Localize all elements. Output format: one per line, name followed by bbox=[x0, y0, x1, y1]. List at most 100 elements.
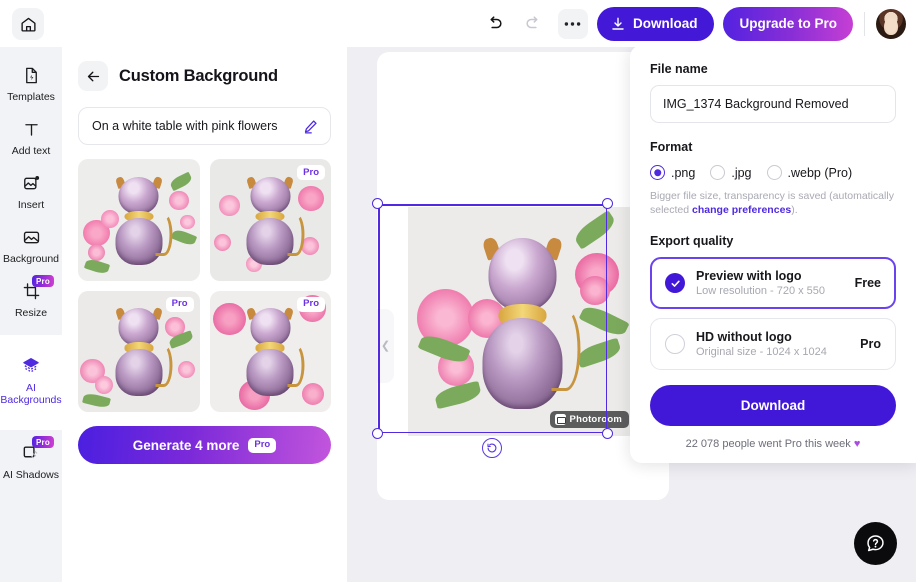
sidebar-item-resize-label: Resize bbox=[14, 307, 48, 319]
resize-handle-top-right[interactable] bbox=[602, 198, 613, 209]
format-option-jpg[interactable]: .jpg bbox=[710, 165, 752, 180]
pencil-edit-icon[interactable] bbox=[302, 118, 319, 135]
generate-4-more-button[interactable]: Generate 4 more Pro bbox=[78, 426, 331, 464]
export-quality-label: Export quality bbox=[650, 234, 734, 248]
panel-header: Custom Background bbox=[78, 61, 331, 91]
undo-arrow-icon bbox=[491, 16, 503, 29]
avatar[interactable] bbox=[876, 8, 906, 39]
prompt-input[interactable]: On a white table with pink flowers bbox=[78, 107, 331, 145]
resize-handle-bottom-right[interactable] bbox=[602, 428, 613, 439]
change-preferences-link[interactable]: change preferences bbox=[692, 204, 791, 216]
social-proof: 22 078 people went Pro this week ♥ bbox=[650, 438, 896, 450]
rotate-reset-button[interactable] bbox=[482, 438, 502, 458]
top-actions: Download Upgrade to Pro bbox=[480, 0, 906, 47]
thumbnail-art bbox=[78, 159, 200, 281]
background-result-2[interactable]: Pro bbox=[209, 159, 331, 281]
photoroom-editor: Download Upgrade to Pro Templates Add te… bbox=[0, 0, 916, 582]
format-hint: Bigger file size, transparency is saved … bbox=[650, 189, 896, 217]
resize-handle-top-left[interactable] bbox=[372, 198, 383, 209]
check-icon bbox=[671, 280, 680, 287]
format-hint-after: ). bbox=[791, 204, 798, 216]
selection-edge-left bbox=[378, 204, 380, 433]
radio-preview-selected[interactable] bbox=[665, 273, 685, 293]
insert-image-icon bbox=[23, 176, 39, 190]
radio-webp[interactable] bbox=[766, 165, 782, 180]
help-question-icon bbox=[867, 535, 884, 552]
cat-brooch bbox=[245, 306, 305, 397]
download-button-top-label: Download bbox=[632, 16, 698, 31]
format-option-jpg-label: .jpg bbox=[731, 165, 752, 180]
selection-edge-right bbox=[605, 204, 607, 433]
top-toolbar: Download Upgrade to Pro bbox=[0, 0, 916, 47]
help-button[interactable] bbox=[854, 522, 897, 565]
format-radio-group: .png .jpg .webp (Pro) bbox=[650, 165, 896, 180]
download-icon bbox=[612, 17, 624, 30]
file-name-label: File name bbox=[650, 62, 708, 76]
sidebar-item-insert-label: Insert bbox=[17, 199, 45, 211]
rail-group-ai-backgrounds: AI Backgrounds bbox=[0, 345, 62, 420]
background-result-1[interactable] bbox=[78, 159, 200, 281]
generate-4-more-label: Generate 4 more bbox=[132, 437, 240, 453]
sidebar-item-resize[interactable]: Pro Resize bbox=[0, 273, 62, 327]
radio-png[interactable] bbox=[650, 165, 665, 180]
sidebar-item-background[interactable]: Background bbox=[0, 219, 62, 273]
home-button[interactable] bbox=[12, 8, 44, 40]
rail-group-ai-shadows: Pro AI Shadows bbox=[0, 430, 62, 497]
ai-backgrounds-panel: Custom Background On a white table with … bbox=[62, 47, 347, 582]
thumbnail-pro-badge: Pro bbox=[165, 296, 194, 312]
file-name-input-value: IMG_1374 Background Removed bbox=[663, 97, 849, 111]
quality-preview-tag: Free bbox=[854, 276, 881, 290]
ai-shadows-pro-badge: Pro bbox=[32, 436, 54, 448]
undo-button[interactable] bbox=[480, 9, 510, 39]
sidebar-item-templates[interactable]: Templates bbox=[0, 57, 62, 111]
cat-brooch bbox=[245, 175, 305, 265]
sidebar-item-add-text[interactable]: Add text bbox=[0, 111, 62, 165]
file-name-input[interactable]: IMG_1374 Background Removed bbox=[650, 85, 896, 123]
sidebar-item-templates-label: Templates bbox=[7, 91, 55, 103]
selection-edge-bottom bbox=[378, 431, 607, 433]
background-result-3[interactable]: Pro bbox=[78, 290, 200, 412]
rail-group-main: Templates Add text Insert Background Pro… bbox=[0, 57, 62, 335]
rotate-reset-icon bbox=[487, 443, 497, 453]
download-button-top[interactable]: Download bbox=[596, 6, 715, 41]
format-option-png[interactable]: .png bbox=[650, 165, 695, 180]
background-image-icon bbox=[23, 231, 39, 244]
export-panel: File name IMG_1374 Background Removed Fo… bbox=[630, 45, 916, 463]
quality-hd-subtitle: Original size - 1024 x 1024 bbox=[696, 346, 827, 358]
selection-bounding-box[interactable] bbox=[372, 198, 613, 439]
redo-button[interactable] bbox=[519, 9, 549, 39]
upgrade-to-pro-button[interactable]: Upgrade to Pro bbox=[723, 6, 853, 41]
format-option-png-label: .png bbox=[671, 165, 696, 180]
download-button-panel-label: Download bbox=[740, 398, 806, 413]
quality-preview-title: Preview with logo bbox=[696, 269, 802, 283]
upgrade-to-pro-label: Upgrade to Pro bbox=[739, 16, 837, 31]
selection-edge-top bbox=[378, 204, 607, 206]
cat-brooch bbox=[113, 306, 173, 397]
sidebar-item-ai-backgrounds[interactable]: AI Backgrounds bbox=[0, 347, 62, 414]
quality-preview-subtitle: Low resolution - 720 x 550 bbox=[696, 285, 826, 297]
text-icon bbox=[24, 124, 38, 136]
format-label: Format bbox=[650, 140, 693, 154]
resize-handle-bottom-left[interactable] bbox=[372, 428, 383, 439]
ai-layers-icon bbox=[23, 358, 39, 373]
quality-option-hd[interactable]: HD without logo Original size - 1024 x 1… bbox=[650, 318, 896, 370]
sidebar-item-insert[interactable]: Insert bbox=[0, 165, 62, 219]
radio-hd[interactable] bbox=[665, 334, 685, 354]
more-options-icon bbox=[565, 21, 581, 26]
redo-arrow-icon bbox=[526, 16, 538, 29]
quality-hd-text: HD without logo Original size - 1024 x 1… bbox=[696, 330, 849, 358]
background-result-4[interactable]: Pro bbox=[209, 290, 331, 412]
home-icon bbox=[20, 17, 36, 32]
quality-preview-text: Preview with logo Low resolution - 720 x… bbox=[696, 269, 844, 297]
more-options-button[interactable] bbox=[557, 8, 588, 39]
quality-option-preview[interactable]: Preview with logo Low resolution - 720 x… bbox=[650, 257, 896, 309]
back-button[interactable] bbox=[78, 61, 108, 91]
templates-icon bbox=[25, 67, 37, 84]
quality-hd-title: HD without logo bbox=[696, 330, 792, 344]
format-option-webp-label: .webp (Pro) bbox=[787, 165, 853, 180]
radio-jpg[interactable] bbox=[710, 165, 726, 180]
sidebar-item-ai-backgrounds-label: AI Backgrounds bbox=[0, 382, 62, 406]
format-option-webp[interactable]: .webp (Pro) bbox=[766, 165, 853, 180]
download-button-panel[interactable]: Download bbox=[650, 385, 896, 426]
sidebar-item-ai-shadows[interactable]: Pro AI Shadows bbox=[0, 434, 62, 489]
